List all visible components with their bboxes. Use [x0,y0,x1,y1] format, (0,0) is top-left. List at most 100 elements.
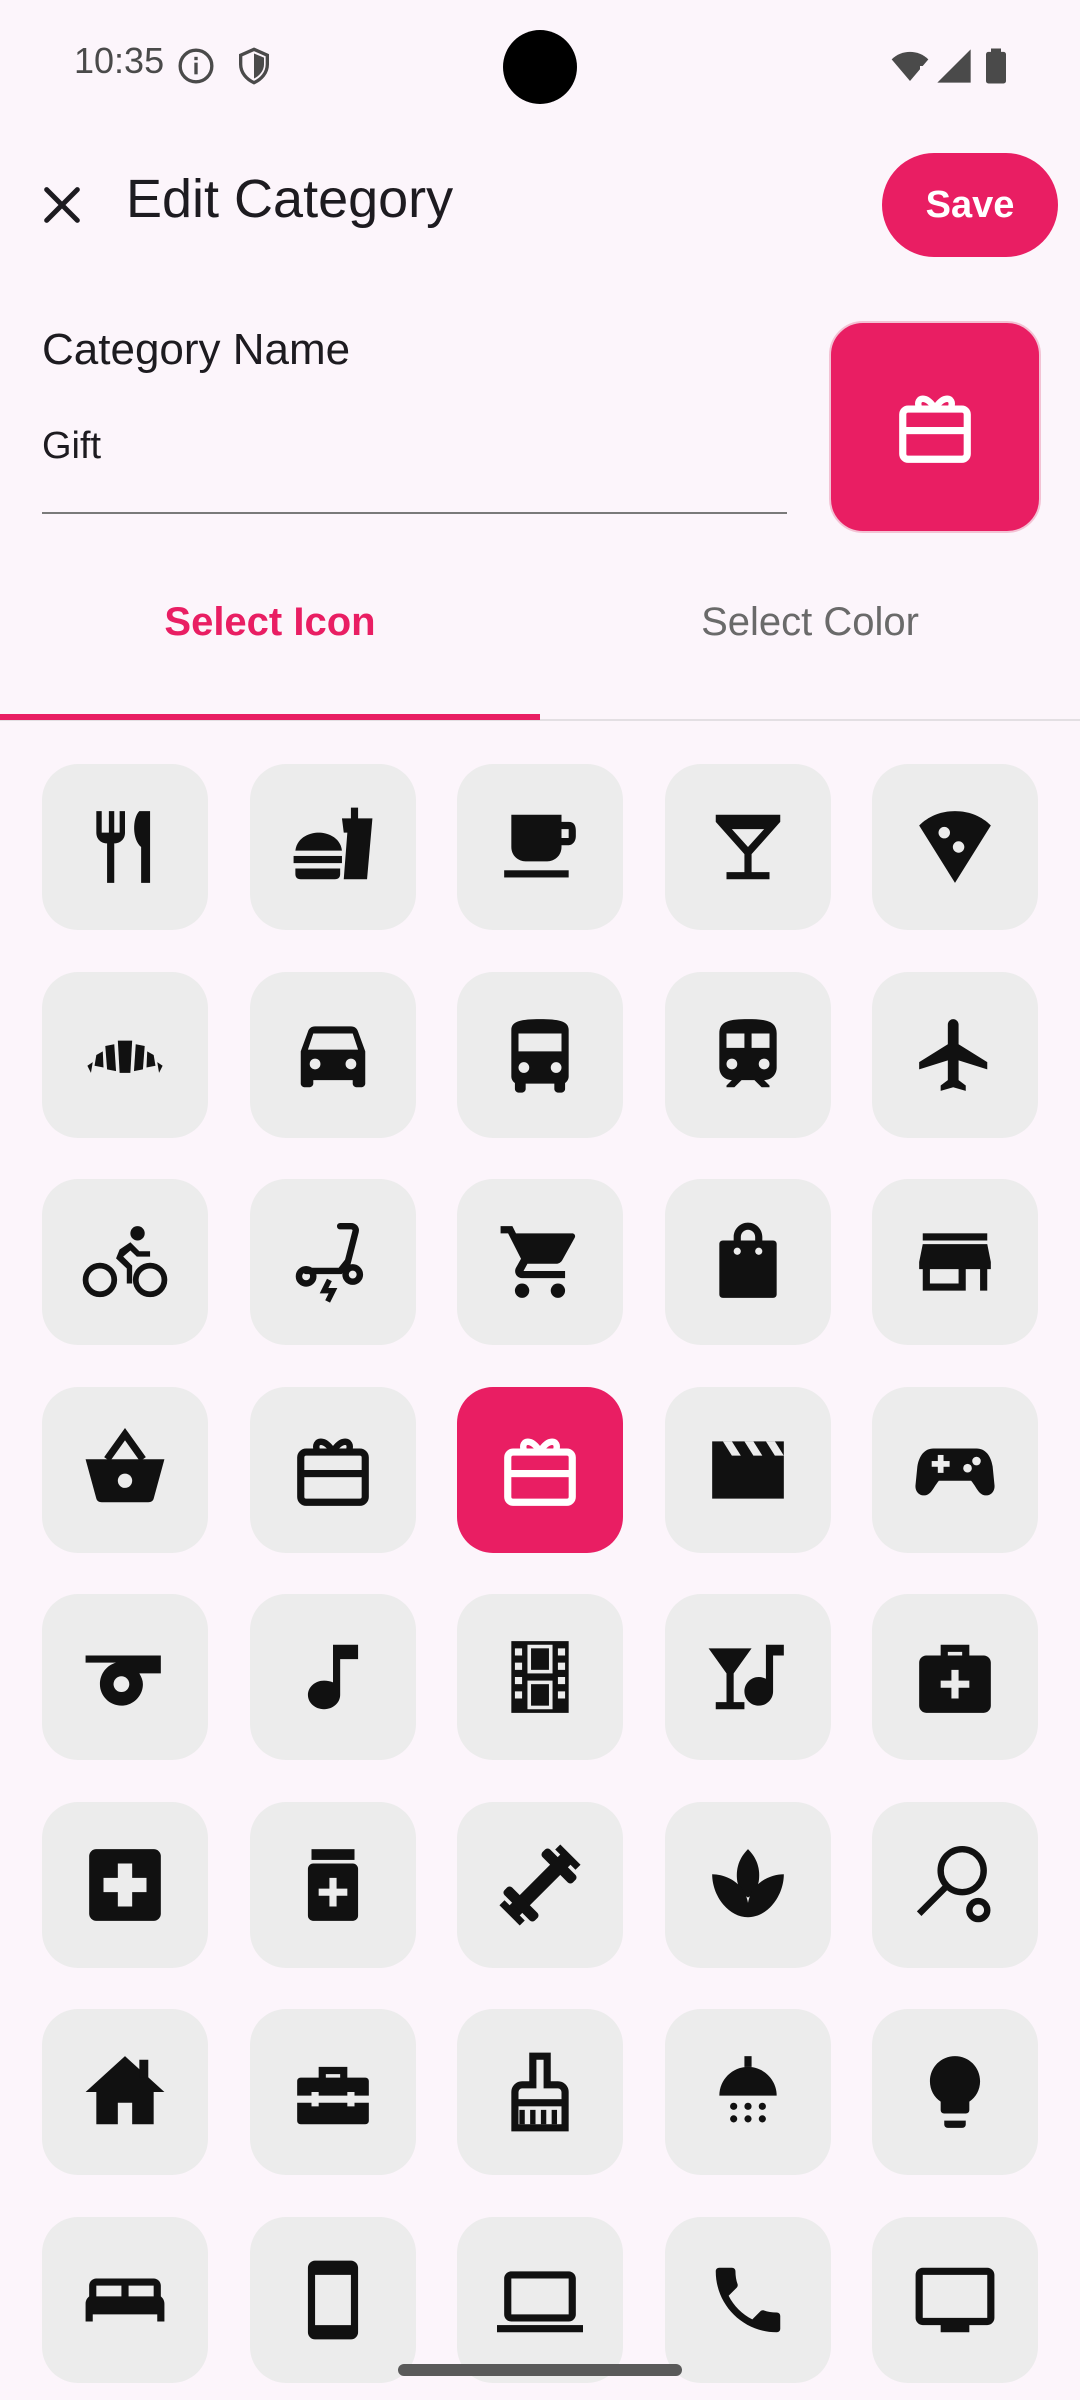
sports-tennis-icon [916,1845,991,1922]
store-icon [919,1233,991,1291]
icon-option-scooter[interactable] [249,1179,416,1345]
icon-option-laptop[interactable] [457,2216,623,2383]
icon-option-home[interactable] [42,2009,208,2175]
icon-option-coffee[interactable] [457,764,623,930]
gift-card-icon [504,1438,576,1506]
icon-option-toolbox[interactable] [249,2009,416,2175]
music-note-icon [307,1644,358,1710]
close-icon [44,187,80,223]
restaurant-icon [96,811,151,883]
tab-select-color[interactable]: Select Color [540,600,1080,645]
icon-option-tennis[interactable] [872,1801,1038,1968]
tv-icon [915,2267,995,2332]
icon-option-film[interactable] [457,1594,623,1760]
basket-icon [85,1427,165,1502]
tab-indicator [0,714,540,720]
close-button[interactable] [32,170,92,240]
icon-option-bus[interactable] [457,971,623,1138]
gamepad-icon [915,1448,995,1495]
category-name-underline [42,512,787,514]
shopping-cart-icon [500,1226,576,1298]
smartphone-icon [307,2260,358,2339]
camera-cutout [503,30,577,104]
icon-option-fitness[interactable] [457,1801,623,1968]
icon-option-hospital[interactable] [42,1801,208,1968]
icon-option-cleaning[interactable] [457,2009,623,2175]
icon-option-nightlife[interactable] [664,1594,831,1760]
info-icon [178,48,214,84]
icon-option-shopping-bag[interactable] [664,1179,831,1345]
icon-option-basket[interactable] [42,1386,208,1553]
movie-clapper-icon [711,1440,784,1499]
icon-option-spa[interactable] [664,1801,831,1968]
whistle-icon [85,1655,161,1706]
status-bar: 10:35 [0,0,1080,130]
icon-option-bicycle[interactable] [42,1179,208,1345]
status-time: 10:35 [74,40,165,81]
icon-option-pizza[interactable] [872,764,1038,930]
fitness-icon [499,1843,581,1926]
home-icon [85,2056,165,2125]
category-name-input[interactable]: Gift [42,425,101,468]
gift-card-icon [899,395,971,463]
toolbox-icon [296,2066,369,2125]
icon-option-car[interactable] [249,971,416,1138]
laptop-icon [497,2270,583,2332]
icon-option-phone[interactable] [664,2216,831,2383]
tab-select-icon[interactable]: Select Icon [0,600,540,645]
fastfood-icon [293,807,372,880]
hospital-icon [89,1848,161,1921]
cleaning-brush-icon [511,2052,569,2132]
spa-icon [711,1848,784,1917]
train-icon [718,1018,777,1087]
icon-grid [42,764,1038,2383]
page-title: Edit Category [126,169,454,229]
icon-option-gamepad[interactable] [872,1386,1038,1553]
icon-option-tv[interactable] [872,2216,1038,2383]
scooter-icon [295,1222,363,1303]
icon-option-gift-box[interactable] [249,1386,416,1553]
cocktail-icon [715,814,780,880]
icon-option-restaurant[interactable] [42,764,208,930]
icon-option-cocktail[interactable] [664,764,831,930]
pizza-icon [919,811,991,883]
shopping-bag-icon [718,1222,777,1298]
icon-option-movie[interactable] [664,1386,831,1553]
medical-kit-icon [919,1644,991,1713]
icon-option-lightbulb[interactable] [872,2009,1038,2175]
icon-option-shopping-cart[interactable] [457,1179,623,1345]
icon-option-bed[interactable] [42,2216,208,2383]
film-strip-icon [511,1641,569,1713]
gift-box-icon [296,1438,369,1506]
icon-option-fastfood[interactable] [249,764,416,930]
home-indicator[interactable] [398,2364,682,2376]
icon-option-gift-card-selected[interactable] [457,1386,623,1553]
save-button[interactable]: Save [882,153,1058,257]
icon-option-bakery[interactable] [42,971,208,1138]
icon-option-whistle[interactable] [42,1594,208,1760]
bicycle-icon [82,1226,168,1298]
car-icon [300,1025,365,1087]
icon-preview[interactable] [829,321,1041,533]
icon-option-shower[interactable] [664,2009,831,2175]
airplane-icon [919,1018,988,1091]
signal-icon [937,49,971,83]
icon-option-store[interactable] [872,1179,1038,1345]
coffee-icon [504,814,576,878]
bus-icon [511,1018,569,1093]
icon-option-medication[interactable] [249,1801,416,1968]
wifi-icon [891,51,929,81]
bakery-icon [87,1040,163,1073]
category-name-label: Category Name [42,325,351,374]
icon-option-smartphone[interactable] [249,2216,416,2383]
icon-option-medical-kit[interactable] [872,1594,1038,1760]
nightlife-icon [708,1644,784,1710]
shield-icon [239,47,269,85]
battery-icon [986,48,1006,84]
bed-icon [85,2278,165,2321]
shower-icon [718,2056,777,2123]
icon-option-airplane[interactable] [872,971,1038,1138]
medication-icon [307,1848,358,1921]
icon-option-music[interactable] [249,1594,416,1760]
icon-option-train[interactable] [664,971,831,1138]
